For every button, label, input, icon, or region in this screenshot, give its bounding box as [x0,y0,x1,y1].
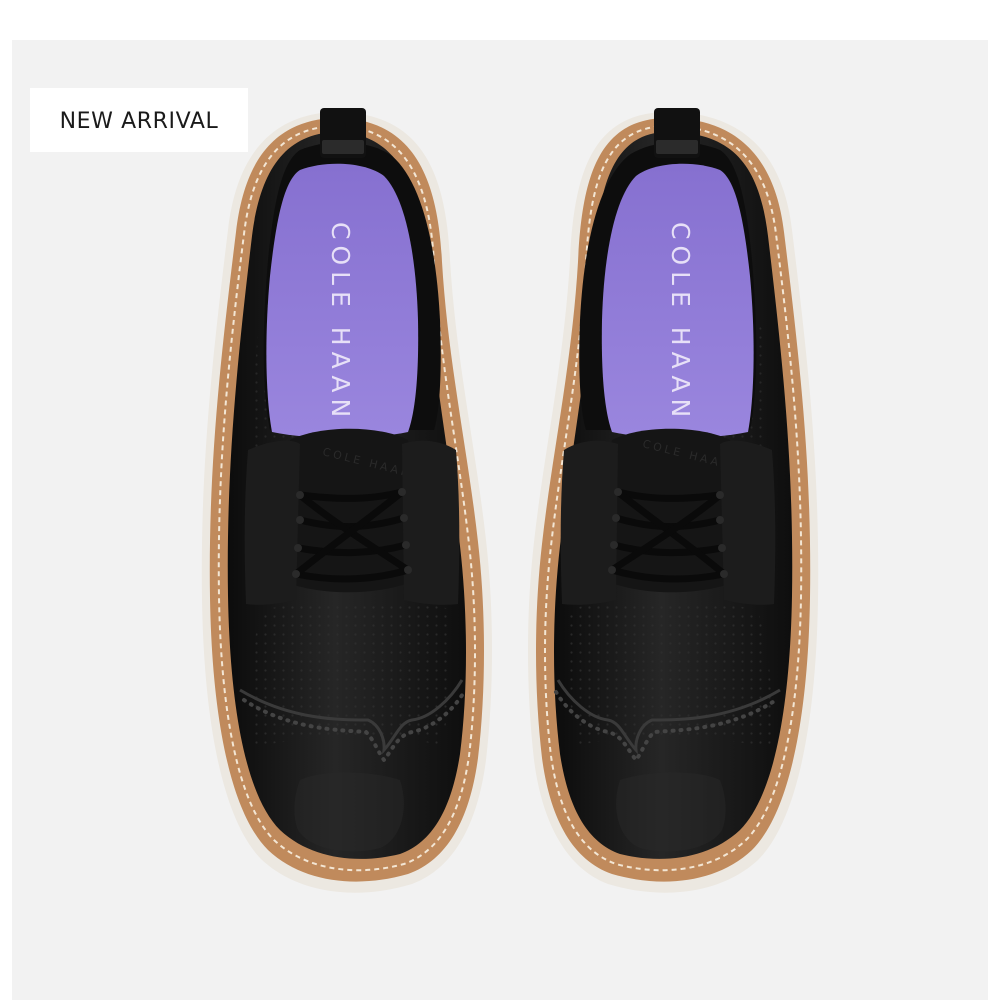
right-shoe: COLE HAAN COLE HAAN [528,108,819,893]
right-toe-highlight [616,772,726,852]
left-toe-highlight [294,772,404,852]
right-quarter-right [720,440,776,605]
left-insole-brand: COLE HAAN [326,222,355,423]
new-arrival-label: NEW ARRIVAL [59,108,219,134]
left-perforation-panel [248,601,454,748]
right-insole-brand: COLE HAAN [666,222,695,423]
left-quarter-left [244,440,300,605]
left-shoe: COLE HAAN COLE HAAN [201,108,492,893]
right-quarter-left [560,440,618,605]
left-quarter-right [402,440,460,605]
new-arrival-badge: NEW ARRIVAL [30,88,248,152]
right-perforation-panel [566,601,772,748]
